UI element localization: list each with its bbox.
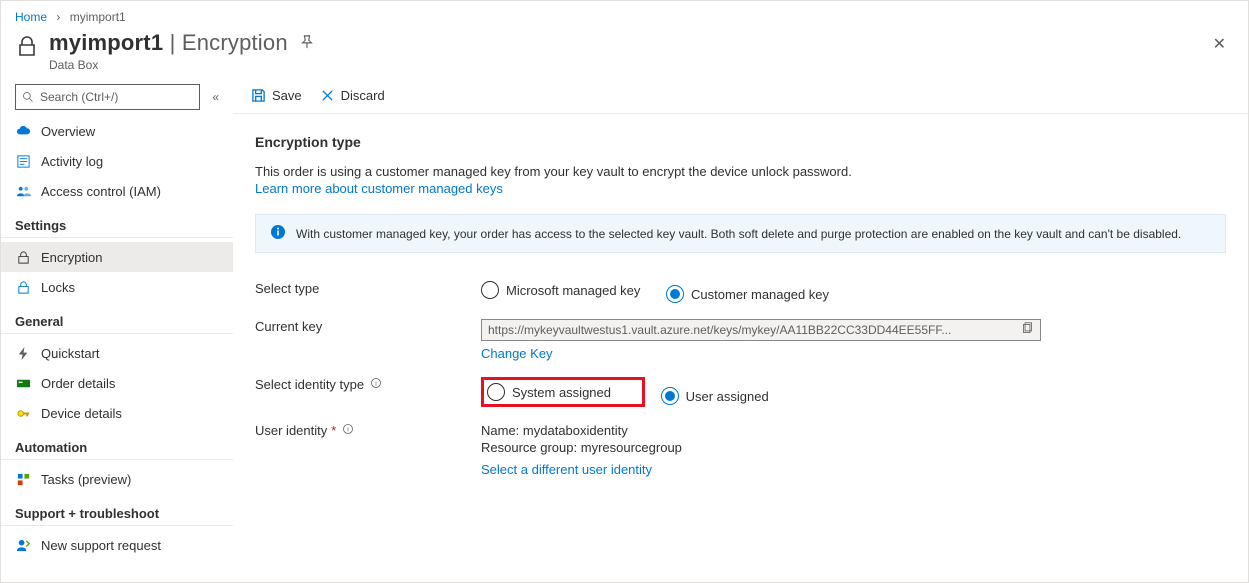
- identity-name: Name: mydataboxidentity: [481, 423, 1226, 438]
- pin-icon[interactable]: [300, 35, 314, 52]
- section-title-encryption-type: Encryption type: [255, 134, 1226, 150]
- current-key-value: https://mykeyvaultwestus1.vault.azure.ne…: [481, 319, 1041, 341]
- main-panel: Save Discard Encryption type This order …: [233, 84, 1248, 575]
- label-current-key: Current key: [255, 319, 481, 334]
- people-icon: [15, 183, 31, 199]
- label-select-identity-type: Select identity type i: [255, 377, 481, 392]
- collapse-sidebar-icon[interactable]: «: [212, 90, 219, 104]
- radio-customer-managed-key[interactable]: Customer managed key: [666, 285, 829, 303]
- page-title: myimport1 | Encryption: [49, 30, 288, 56]
- sidebar-section-support: Support + troubleshoot: [1, 494, 233, 526]
- save-button[interactable]: Save: [251, 88, 302, 103]
- highlight-system-assigned: System assigned: [481, 377, 645, 407]
- search-icon: [22, 91, 34, 103]
- copy-icon[interactable]: [1021, 322, 1034, 338]
- label-user-identity: User identity* i: [255, 423, 481, 438]
- sidebar-item-tasks[interactable]: Tasks (preview): [1, 464, 233, 494]
- sidebar-item-iam[interactable]: Access control (IAM): [1, 176, 233, 206]
- sidebar-section-settings: Settings: [1, 206, 233, 238]
- sidebar-item-order-details[interactable]: Order details: [1, 368, 233, 398]
- sidebar-item-encryption[interactable]: Encryption: [1, 242, 233, 272]
- sidebar-item-activity-log[interactable]: Activity log: [1, 146, 233, 176]
- lock-icon: [15, 279, 31, 295]
- sidebar-item-locks[interactable]: Locks: [1, 272, 233, 302]
- breadcrumb: Home › myimport1: [1, 1, 1248, 30]
- radio-microsoft-managed-key[interactable]: Microsoft managed key: [481, 281, 640, 299]
- lightning-icon: [15, 345, 31, 361]
- change-key-link[interactable]: Change Key: [481, 346, 553, 361]
- identity-resource-group: Resource group: myresourcegroup: [481, 440, 1226, 455]
- chevron-right-icon: ›: [56, 10, 60, 24]
- sidebar-item-quickstart[interactable]: Quickstart: [1, 338, 233, 368]
- info-hint-icon[interactable]: i: [342, 423, 354, 438]
- discard-button[interactable]: Discard: [320, 88, 385, 103]
- info-hint-icon[interactable]: i: [370, 377, 382, 392]
- key-icon: [15, 405, 31, 421]
- close-icon[interactable]: ✕: [1205, 30, 1234, 58]
- info-icon: [270, 224, 286, 243]
- svg-text:i: i: [375, 380, 377, 387]
- lock-icon: [15, 30, 39, 61]
- encryption-description: This order is using a customer managed k…: [255, 164, 1226, 179]
- learn-more-link[interactable]: Learn more about customer managed keys: [255, 181, 503, 196]
- lock-icon: [15, 249, 31, 265]
- cloud-icon: [15, 123, 31, 139]
- search-input[interactable]: Search (Ctrl+/): [15, 84, 200, 110]
- breadcrumb-home[interactable]: Home: [15, 10, 47, 24]
- tasks-icon: [15, 471, 31, 487]
- sidebar-item-overview[interactable]: Overview: [1, 116, 233, 146]
- page-subtitle: Data Box: [49, 58, 1205, 72]
- label-select-type: Select type: [255, 281, 481, 296]
- sidebar-item-new-support[interactable]: New support request: [1, 530, 233, 560]
- page-header: myimport1 | Encryption Data Box ✕: [1, 30, 1248, 84]
- select-different-identity-link[interactable]: Select a different user identity: [481, 462, 652, 477]
- support-icon: [15, 537, 31, 553]
- sidebar-item-device-details[interactable]: Device details: [1, 398, 233, 428]
- toolbar: Save Discard: [233, 84, 1248, 114]
- radio-user-assigned[interactable]: User assigned: [661, 387, 769, 405]
- order-icon: [15, 375, 31, 391]
- svg-text:i: i: [348, 426, 350, 433]
- discard-icon: [320, 88, 335, 103]
- radio-system-assigned[interactable]: System assigned: [487, 383, 611, 401]
- info-banner: With customer managed key, your order ha…: [255, 214, 1226, 253]
- save-icon: [251, 88, 266, 103]
- sidebar-section-general: General: [1, 302, 233, 334]
- log-icon: [15, 153, 31, 169]
- sidebar: Search (Ctrl+/) « Overview Activity log …: [1, 84, 233, 575]
- sidebar-section-automation: Automation: [1, 428, 233, 460]
- breadcrumb-current: myimport1: [70, 10, 126, 24]
